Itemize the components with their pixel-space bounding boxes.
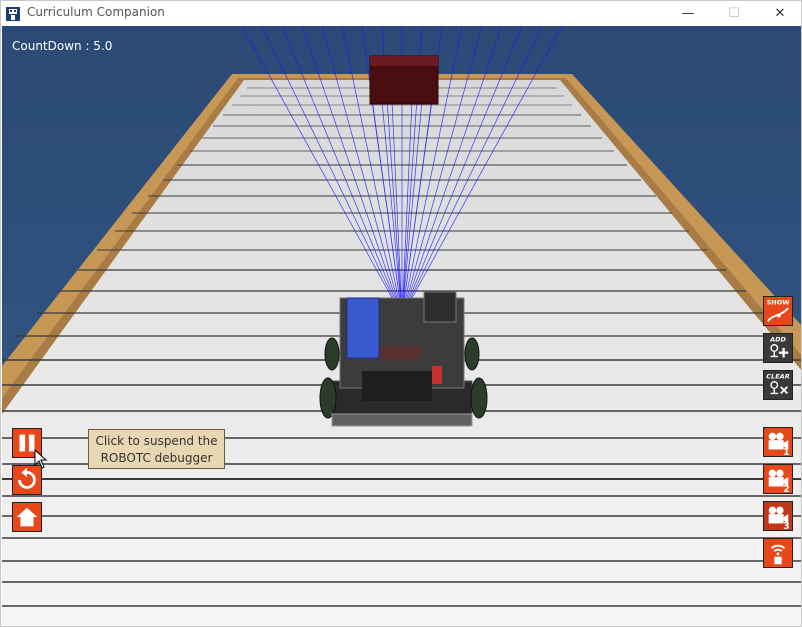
camera-3-button[interactable]: 3 bbox=[763, 501, 793, 531]
3d-scene bbox=[2, 26, 801, 626]
pause-tooltip: Click to suspend the ROBOTC debugger bbox=[88, 429, 225, 469]
maximize-button[interactable]: ☐ bbox=[711, 1, 757, 26]
camera-2-label: 2 bbox=[783, 484, 790, 493]
home-icon bbox=[16, 507, 38, 527]
simulation-viewport[interactable]: CountDown : 5.0 Click to suspend the ROB… bbox=[2, 26, 801, 626]
show-label: SHOW bbox=[767, 298, 790, 306]
target-box-top bbox=[370, 56, 438, 66]
window-title: Curriculum Companion bbox=[27, 5, 165, 19]
robot-battery bbox=[346, 297, 380, 359]
camera-1-button[interactable]: 1 bbox=[763, 427, 793, 457]
add-marker-button[interactable]: ADD bbox=[763, 333, 793, 363]
countdown-readout: CountDown : 5.0 bbox=[12, 39, 113, 53]
app-robot-icon bbox=[6, 6, 20, 21]
camera-2-button[interactable]: 2 bbox=[763, 464, 793, 494]
reset-button[interactable] bbox=[12, 465, 42, 495]
camera-2-icon: 2 bbox=[768, 469, 790, 493]
minimize-button[interactable]: — bbox=[665, 1, 711, 26]
clear-label: CLEAR bbox=[766, 372, 789, 380]
close-icon: ✕ bbox=[774, 6, 786, 21]
maximize-icon: ☐ bbox=[728, 6, 740, 21]
camera-1-label: 1 bbox=[783, 447, 790, 456]
robot[interactable] bbox=[319, 291, 488, 427]
show-path-icon: SHOW bbox=[767, 298, 790, 322]
close-button[interactable]: ✕ bbox=[757, 1, 801, 26]
home-button[interactable] bbox=[12, 502, 42, 532]
camera-3-icon: 3 bbox=[768, 506, 790, 530]
remote-signal-icon bbox=[770, 544, 786, 565]
camera-3-label: 3 bbox=[783, 521, 790, 530]
minimize-icon: — bbox=[681, 6, 695, 21]
clear-markers-button[interactable]: CLEAR bbox=[763, 370, 793, 400]
clear-markers-icon: CLEAR bbox=[766, 372, 790, 395]
remote-control-button[interactable] bbox=[763, 538, 793, 568]
camera-1-icon: 1 bbox=[768, 432, 790, 456]
mouse-cursor-icon bbox=[34, 449, 48, 469]
add-marker-icon: ADD bbox=[769, 335, 789, 358]
add-label: ADD bbox=[769, 335, 786, 343]
show-path-button[interactable]: SHOW bbox=[763, 296, 793, 326]
title-bar[interactable]: Curriculum Companion — ☐ ✕ bbox=[1, 1, 801, 26]
app-window: Curriculum Companion — ☐ ✕ CountDown: 5… bbox=[0, 0, 802, 627]
reset-icon bbox=[18, 467, 36, 489]
